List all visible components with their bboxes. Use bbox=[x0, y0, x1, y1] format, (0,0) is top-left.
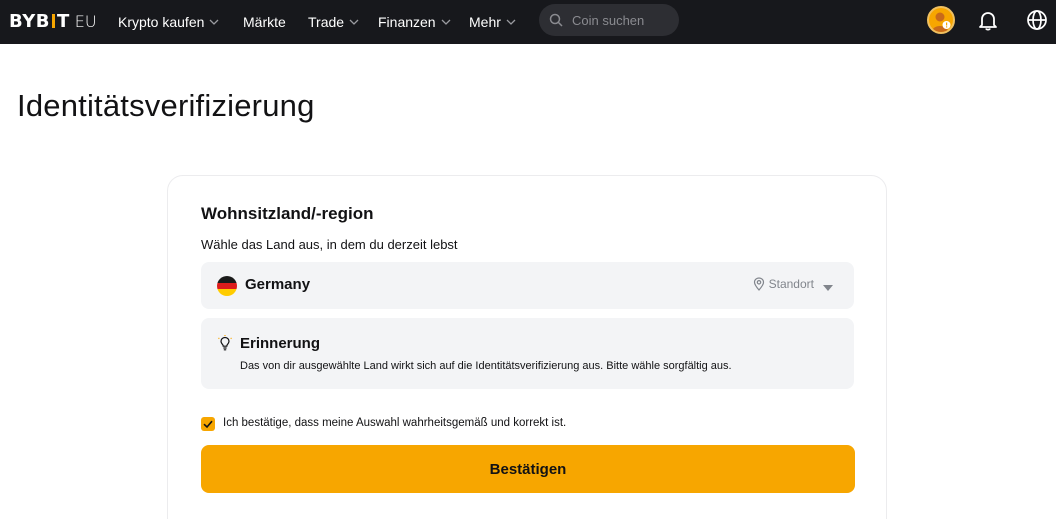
residence-card: Wohnsitzland/-region Wähle das Land aus,… bbox=[167, 175, 887, 519]
caret-down-icon[interactable] bbox=[822, 280, 834, 291]
avatar[interactable] bbox=[927, 6, 955, 34]
confirm-checkbox-label[interactable]: Ich bestätige, dass meine Auswahl wahrhe… bbox=[223, 417, 566, 429]
reminder-title: Erinnerung bbox=[240, 335, 321, 352]
confirm-checkbox[interactable] bbox=[201, 417, 215, 431]
reminder-box: Erinnerung Das von dir ausgewählte Land … bbox=[201, 318, 854, 389]
chevron-down-icon bbox=[348, 16, 360, 28]
chevron-down-icon bbox=[208, 16, 220, 28]
location-pin-icon bbox=[753, 277, 765, 291]
location-label: Standort bbox=[768, 277, 814, 291]
location-button[interactable]: Standort bbox=[753, 277, 814, 291]
globe-icon[interactable] bbox=[1026, 9, 1048, 31]
nav-item-label: Krypto kaufen bbox=[118, 14, 205, 30]
nav-item-mehr[interactable]: Mehr bbox=[469, 0, 517, 44]
nav-item-finanzen[interactable]: Finanzen bbox=[378, 0, 452, 44]
reminder-text: Das von dir ausgewählte Land wirkt sich … bbox=[240, 360, 732, 372]
card-title: Wohnsitzland/-region bbox=[201, 204, 374, 223]
bell-icon[interactable] bbox=[977, 9, 999, 31]
nav-item-label: Finanzen bbox=[378, 14, 436, 30]
nav-item-label: Märkte bbox=[243, 14, 286, 30]
search-placeholder: Coin suchen bbox=[572, 12, 645, 28]
top-navigation: BYB T EU Krypto kaufen Märkte Trade Finan… bbox=[0, 0, 1056, 44]
lightbulb-icon bbox=[217, 335, 233, 353]
card-subtitle: Wähle das Land aus, in dem du derzeit le… bbox=[201, 237, 458, 252]
nav-item-trade[interactable]: Trade bbox=[308, 0, 360, 44]
page-title: Identitätsverifizierung bbox=[17, 88, 315, 123]
logo-wordmark: BYB T bbox=[9, 11, 70, 32]
logo-region: EU bbox=[74, 12, 97, 31]
search-icon bbox=[549, 13, 563, 27]
nav-item-label: Mehr bbox=[469, 14, 501, 30]
nav-item-maerkte[interactable]: Märkte bbox=[243, 0, 286, 44]
bybit-logo[interactable]: BYB T EU bbox=[9, 11, 97, 33]
chevron-down-icon bbox=[440, 16, 452, 28]
chevron-down-icon bbox=[505, 16, 517, 28]
confirm-button[interactable]: Bestätigen bbox=[201, 445, 855, 493]
country-select[interactable]: Germany Standort bbox=[201, 262, 854, 309]
country-value: Germany bbox=[245, 276, 311, 293]
germany-flag-icon bbox=[217, 276, 237, 296]
nav-item-krypto-kaufen[interactable]: Krypto kaufen bbox=[118, 0, 220, 44]
coin-search-input[interactable]: Coin suchen bbox=[539, 4, 679, 36]
nav-item-label: Trade bbox=[308, 14, 345, 30]
